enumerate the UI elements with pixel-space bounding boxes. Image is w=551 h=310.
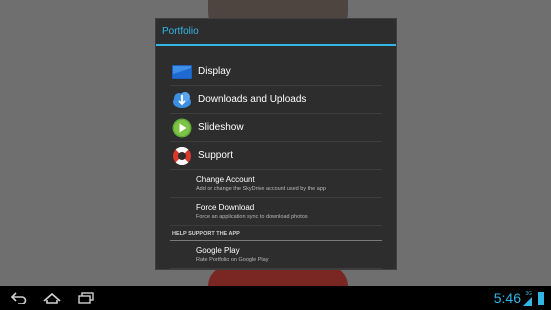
back-icon[interactable] [10,292,28,304]
force-download-summary: Force an application sync to download ph… [196,214,308,220]
section-header-help-support: HELP SUPPORT THE APP [170,230,382,241]
google-play-title: Google Play [196,246,240,255]
change-account-summary: Add or change the SkyDrive account used … [196,186,326,192]
cloud-transfer-icon [173,91,191,108]
change-account-pref[interactable]: Change Account Add or change the SkyDriv… [170,170,382,198]
play-icon [172,118,192,137]
force-download-pref[interactable]: Force Download Force an application sync… [170,198,382,226]
dialog-title: Portfolio [162,26,199,37]
settings-dialog: Portfolio Display Downloads and Uploads [155,18,397,270]
dialog-body: Display Downloads and Uploads Slideshow [156,58,396,269]
google-play-pref[interactable]: Google Play Rate Portfolio on Google Pla… [170,241,382,269]
menu-label-display: Display [198,66,231,77]
recent-apps-icon[interactable] [77,292,95,304]
signal-icon [523,297,532,306]
display-icon [172,64,192,79]
google-play-summary: Rate Portfolio on Google Play [196,257,269,263]
lifebuoy-icon [173,146,191,165]
battery-icon [538,292,544,305]
menu-label-support: Support [198,150,234,161]
home-icon[interactable] [43,292,61,304]
menu-label-slideshow: Slideshow [198,122,244,133]
menu-item-support[interactable]: Support [170,142,382,170]
force-download-title: Force Download [196,203,255,212]
menu-item-slideshow[interactable]: Slideshow [170,114,382,142]
menu-item-display[interactable]: Display [170,58,382,86]
menu-label-downloads-uploads: Downloads and Uploads [198,94,307,105]
system-navigation-bar: 5:46 3G [0,286,551,310]
dialog-header: Portfolio [156,19,396,46]
status-clock: 5:46 [493,290,521,306]
menu-item-downloads-uploads[interactable]: Downloads and Uploads [170,86,382,114]
change-account-title: Change Account [196,175,255,184]
